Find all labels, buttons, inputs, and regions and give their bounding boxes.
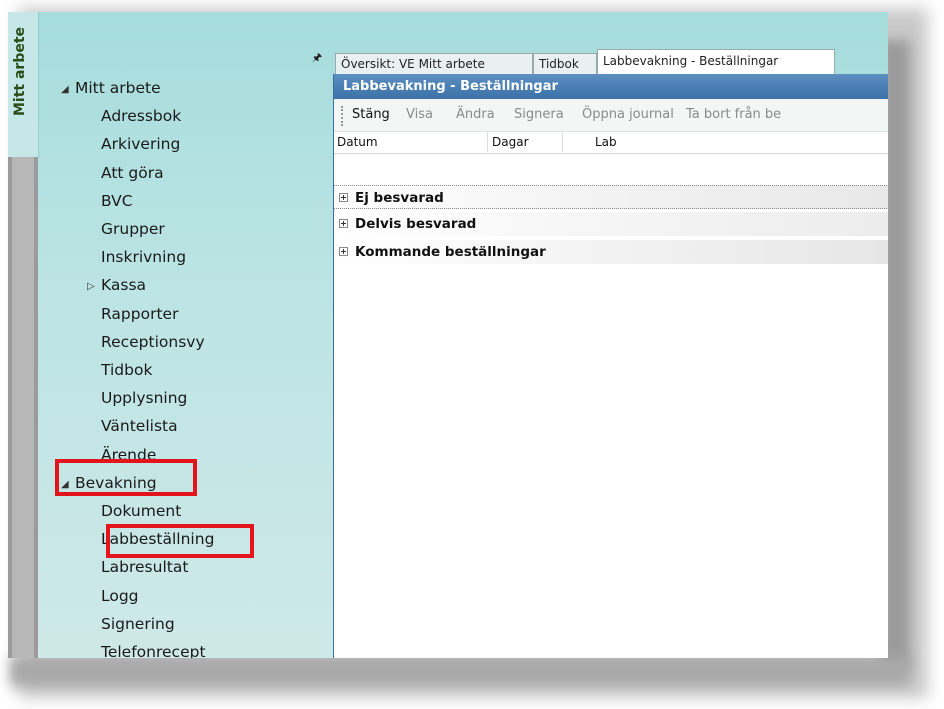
group-row-ej-besvarad[interactable]: Ej besvarad <box>334 185 888 209</box>
signera-button[interactable]: Signera <box>514 107 564 122</box>
sidebar-item-labresultat[interactable]: Labresultat <box>101 557 188 577</box>
sidebar-item-bvc[interactable]: BVC <box>101 191 133 211</box>
expand-icon[interactable] <box>339 193 348 202</box>
frame-shadow-bottom <box>10 656 910 686</box>
sidebar-item-inskrivning[interactable]: Inskrivning <box>101 247 186 267</box>
toolbar: Stäng Visa Ändra Signera Öppna journal T… <box>334 99 888 132</box>
expand-icon[interactable] <box>339 219 348 228</box>
column-separator[interactable] <box>562 132 563 152</box>
tab-oversikt-mitt-arbete[interactable]: Översikt: VE Mitt arbete <box>335 53 533 74</box>
vertical-tab-label: Mitt arbete <box>12 26 28 116</box>
sidebar-item-receptionsvy[interactable]: Receptionsvy <box>101 332 205 352</box>
sidebar-item-label: Mitt arbete <box>75 79 161 97</box>
vertical-tab-strip-inner <box>12 157 34 658</box>
sidebar-item-label: Labresultat <box>101 558 189 577</box>
column-header-lab[interactable]: Lab <box>595 135 617 149</box>
group-label: Kommande beställningar <box>355 244 546 260</box>
ta-bort-button[interactable]: Ta bort från be <box>686 107 781 122</box>
tab-labbevakning-bestallningar[interactable]: Labbevakning - Beställningar <box>597 49 835 74</box>
sidebar-item-mitt-arbete[interactable]: ◢ Mitt arbete <box>61 78 161 100</box>
sidebar-item-label: Receptionsvy <box>101 332 205 351</box>
sidebar-item-arkivering[interactable]: Arkivering <box>101 134 180 154</box>
sidebar-item-väntelista[interactable]: Väntelista <box>101 416 178 436</box>
sidebar-item-label: Kassa <box>101 276 147 295</box>
sidebar-item-label: Rapporter <box>101 304 179 323</box>
group-row-kommande-bestallningar[interactable]: Kommande beställningar <box>334 240 888 264</box>
sidebar-item-label: Att göra <box>101 163 164 182</box>
sidebar-item-rapporter[interactable]: Rapporter <box>101 304 178 324</box>
navigation-tree-pane: 🖈 ◢ Mitt arbete Adressbok Arkivering Att gör… <box>38 12 328 658</box>
visa-button[interactable]: Visa <box>406 107 433 122</box>
labbevakning-panel: Labbevakning - Beställningar Stäng Visa … <box>333 74 888 658</box>
sidebar-item-label: Telefonrecept <box>101 643 206 658</box>
column-header-row: Datum Dagar Lab <box>334 132 888 154</box>
application-window: Mitt arbete 🖈 ◢ Mitt arbete Adressbok Arkiv… <box>8 12 888 658</box>
group-label: Delvis besvarad <box>355 216 477 232</box>
sidebar-item-label: Upplysning <box>101 389 188 408</box>
collapsed-arrow-icon[interactable]: ▷ <box>87 277 101 297</box>
highlight-box-bevakning <box>55 459 197 496</box>
vertical-tab-strip <box>8 157 38 658</box>
column-header-dagar[interactable]: Dagar <box>492 135 529 149</box>
sidebar-item-label: Grupper <box>101 220 165 238</box>
document-tab-strip: Översikt: VE Mitt arbete Tidbok Labbevak… <box>335 49 888 75</box>
column-header-datum[interactable]: Datum <box>337 135 378 149</box>
sidebar-item-grupper[interactable]: Grupper <box>101 219 165 239</box>
group-row-delvis-besvarad[interactable]: Delvis besvarad <box>334 212 888 236</box>
pin-icon[interactable]: 🖈 <box>312 49 322 68</box>
sidebar-item-label: Väntelista <box>101 417 178 436</box>
sidebar-item-label: Signering <box>101 614 175 633</box>
sidebar-item-label: Tidbok <box>101 361 153 379</box>
highlight-box-labbestallning <box>106 524 254 558</box>
column-separator[interactable] <box>487 132 488 152</box>
sidebar-item-label: Adressbok <box>101 107 182 126</box>
toolbar-grip[interactable] <box>341 106 345 126</box>
tab-tidbok[interactable]: Tidbok <box>533 53 597 74</box>
sidebar-item-logg[interactable]: Logg <box>101 586 139 606</box>
tab-label: Översikt: VE Mitt arbete <box>341 57 485 71</box>
sidebar-item-telefonrecept[interactable]: Telefonrecept <box>101 642 206 658</box>
sidebar-item-dokument[interactable]: Dokument <box>101 501 181 521</box>
sidebar-item-label: Dokument <box>101 502 182 520</box>
sidebar-item-adressbok[interactable]: Adressbok <box>101 106 181 126</box>
sidebar-item-label: Logg <box>101 586 139 605</box>
stang-button[interactable]: Stäng <box>352 107 390 122</box>
oppna-journal-button[interactable]: Öppna journal <box>582 107 674 122</box>
mitt-arbete-vertical-tab[interactable]: Mitt arbete <box>8 12 39 157</box>
group-label: Ej besvarad <box>355 190 444 206</box>
tab-label: Labbevakning - Beställningar <box>603 54 779 68</box>
expanded-arrow-icon[interactable]: ◢ <box>61 80 75 100</box>
expand-icon[interactable] <box>339 247 348 256</box>
sidebar-item-signering[interactable]: Signering <box>101 614 175 634</box>
sidebar-item-label: Arkivering <box>101 135 181 154</box>
sidebar-item-label: BVC <box>101 191 133 210</box>
sidebar-item-att-göra[interactable]: Att göra <box>101 163 164 183</box>
sidebar-item-upplysning[interactable]: Upplysning <box>101 388 187 408</box>
panel-title: Labbevakning - Beställningar <box>334 74 888 99</box>
sidebar-item-label: Inskrivning <box>101 248 187 267</box>
tab-label: Tidbok <box>539 57 579 71</box>
andra-button[interactable]: Ändra <box>456 107 495 122</box>
sidebar-item-tidbok[interactable]: Tidbok <box>101 360 152 380</box>
sidebar-item-kassa[interactable]: ▷ Kassa <box>87 275 146 297</box>
